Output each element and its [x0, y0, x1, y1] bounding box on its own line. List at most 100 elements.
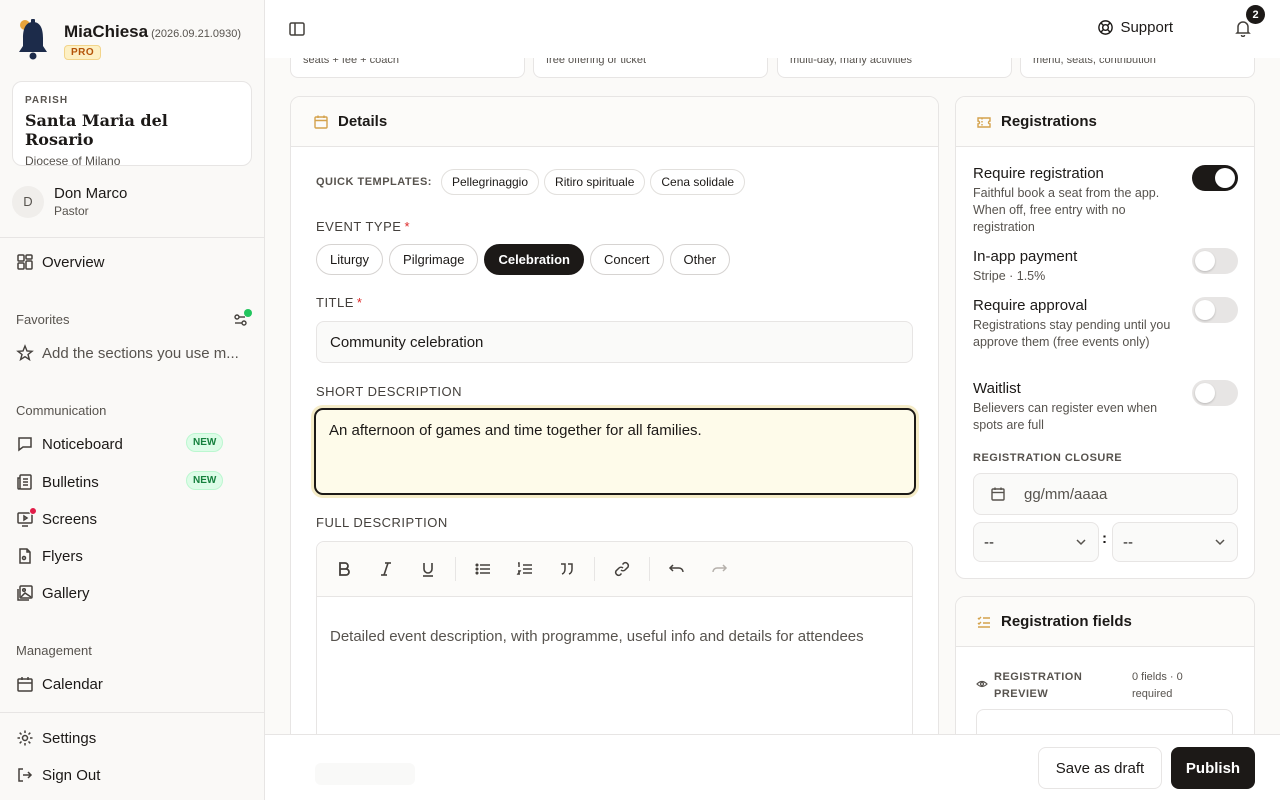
option-require-approval: Require approval Registrations stay pend… [973, 297, 1238, 351]
bullet-list-icon[interactable] [474, 560, 492, 578]
select-value: -- [1123, 533, 1133, 551]
title-label: TITLE * [316, 295, 362, 310]
message-icon [16, 435, 34, 453]
sidebar-item-screens[interactable]: Screens [16, 506, 97, 532]
registration-fields-title: Registration fields [1001, 613, 1132, 630]
toolbar-divider [594, 557, 595, 581]
event-type-celebration[interactable]: Celebration [484, 244, 584, 275]
editor-toolbar [317, 542, 912, 597]
toggle-require-registration[interactable] [1192, 165, 1238, 191]
ordered-list-icon[interactable] [516, 560, 534, 578]
template-card-desc: free offering or ticket [546, 58, 647, 66]
template-card[interactable]: seats + fee + coach [290, 58, 525, 78]
new-badge: NEW [186, 471, 224, 490]
option-desc: Registrations stay pending until you app… [973, 318, 1171, 349]
closure-minute-select[interactable]: -- [1112, 522, 1238, 562]
quick-templates-label: QUICK TEMPLATES: [316, 176, 432, 188]
sidebar-item-gallery[interactable]: Gallery [16, 580, 90, 606]
template-card[interactable]: multi-day, many activities [777, 58, 1012, 78]
option-desc: Faithful book a seat from the app. When … [973, 186, 1160, 234]
sidebar-item-overview[interactable]: Overview [16, 249, 105, 275]
divider [0, 712, 264, 713]
chevron-down-icon [1215, 539, 1225, 546]
sidebar-item-label: Overview [42, 253, 105, 271]
favorites-add[interactable]: Add the sections you use m... [16, 340, 239, 366]
event-type-label: EVENT TYPE * [316, 219, 410, 234]
registration-preview: REGISTRATION PREVIEW [976, 669, 1114, 703]
editor-placeholder: Detailed event description, with program… [330, 628, 864, 645]
support-button[interactable]: Support [1097, 19, 1173, 36]
gear-icon [16, 729, 34, 747]
link-icon[interactable] [613, 560, 631, 578]
event-type-pilgrimage[interactable]: Pilgrimage [389, 244, 479, 275]
label-text: TITLE [316, 295, 354, 310]
template-card-desc: menu, seats, contribution [1033, 58, 1156, 66]
details-title: Details [338, 113, 388, 130]
eye-icon [976, 680, 988, 688]
registration-fields-header: Registration fields [956, 597, 1254, 647]
toggle-require-approval[interactable] [1192, 297, 1238, 323]
time-separator: : [1102, 530, 1107, 547]
event-type-other[interactable]: Other [669, 244, 731, 275]
bell-logo-icon [19, 19, 47, 60]
closure-date-input[interactable]: gg/mm/aaaa [973, 473, 1238, 515]
sidebar-item-sign-out[interactable]: Sign Out [16, 762, 100, 788]
support-label: Support [1120, 19, 1173, 36]
sidebar-item-bulletins[interactable]: Bulletins [16, 469, 99, 495]
registration-fields-card: Registration fields REGISTRATION PREVIEW… [955, 596, 1255, 734]
quick-template-chip[interactable]: Cena solidale [650, 169, 746, 195]
sidebar-item-noticeboard[interactable]: Noticeboard [16, 431, 123, 457]
short-description-label: SHORT DESCRIPTION [316, 384, 462, 399]
sidebar-item-calendar[interactable]: Calendar [16, 671, 103, 697]
sidebar-item-label: Settings [42, 729, 97, 747]
quick-template-chip[interactable]: Ritiro spirituale [544, 169, 646, 195]
images-icon [16, 584, 34, 602]
parish-name: Santa Maria del Rosario [25, 111, 168, 149]
parish-card[interactable]: PARISH Santa Maria del Rosario Diocese o… [12, 81, 252, 168]
logout-icon [16, 766, 34, 784]
toggle-in-app-payment[interactable] [1192, 248, 1238, 274]
registrations-header: Registrations [956, 97, 1254, 147]
undo-icon[interactable] [668, 560, 686, 578]
favorites-settings-icon[interactable] [232, 309, 252, 329]
alert-dot [29, 507, 37, 515]
template-card[interactable]: menu, seats, contribution [1020, 58, 1255, 78]
underline-icon[interactable] [419, 560, 437, 578]
redo-icon[interactable] [710, 560, 728, 578]
event-type-liturgy[interactable]: Liturgy [316, 244, 384, 275]
registration-preview-box [976, 709, 1233, 734]
sidebar-toggle-icon[interactable] [288, 20, 306, 38]
sidebar-item-label: Bulletins [42, 473, 99, 491]
template-card-desc: seats + fee + coach [303, 58, 400, 66]
select-value: -- [984, 533, 994, 551]
toggle-knob [1195, 251, 1215, 271]
new-badge: NEW [186, 433, 224, 452]
user-profile[interactable]: D Don Marco Pastor [12, 185, 127, 218]
bold-icon[interactable] [335, 560, 353, 578]
sidebar-item-flyers[interactable]: Flyers [16, 543, 83, 569]
closure-hour-select[interactable]: -- [973, 522, 1099, 562]
event-type-concert[interactable]: Concert [589, 244, 664, 275]
registration-closure-label: REGISTRATION CLOSURE [973, 452, 1123, 464]
publish-button[interactable]: Publish [1171, 747, 1255, 789]
notifications-count: 2 [1246, 5, 1265, 24]
details-header: Details [291, 97, 938, 147]
rich-text-editor[interactable]: Detailed event description, with program… [316, 541, 913, 734]
sidebar-item-label: Gallery [42, 584, 90, 602]
quote-icon[interactable] [558, 560, 576, 578]
brand[interactable]: MiaChiesa (2026.09.21.0930) PRO [16, 18, 241, 62]
sidebar-item-settings[interactable]: Settings [16, 725, 96, 751]
title-input[interactable]: Community celebration [316, 321, 913, 363]
quick-template-chip[interactable]: Pellegrinaggio [440, 169, 540, 195]
toggle-knob [1195, 300, 1215, 320]
italic-icon[interactable] [377, 560, 395, 578]
toggle-knob [1195, 383, 1215, 403]
sidebar-item-label: Screens [42, 510, 98, 528]
short-description-textarea[interactable]: An afternoon of games and time together … [314, 408, 916, 495]
footer-actions: Save as draft Publish [265, 734, 1280, 800]
calendar-icon [16, 675, 34, 693]
template-card[interactable]: free offering or ticket [533, 58, 768, 78]
save-draft-button[interactable]: Save as draft [1038, 747, 1162, 789]
calendar-icon [991, 487, 1005, 501]
toggle-waitlist[interactable] [1192, 380, 1238, 406]
